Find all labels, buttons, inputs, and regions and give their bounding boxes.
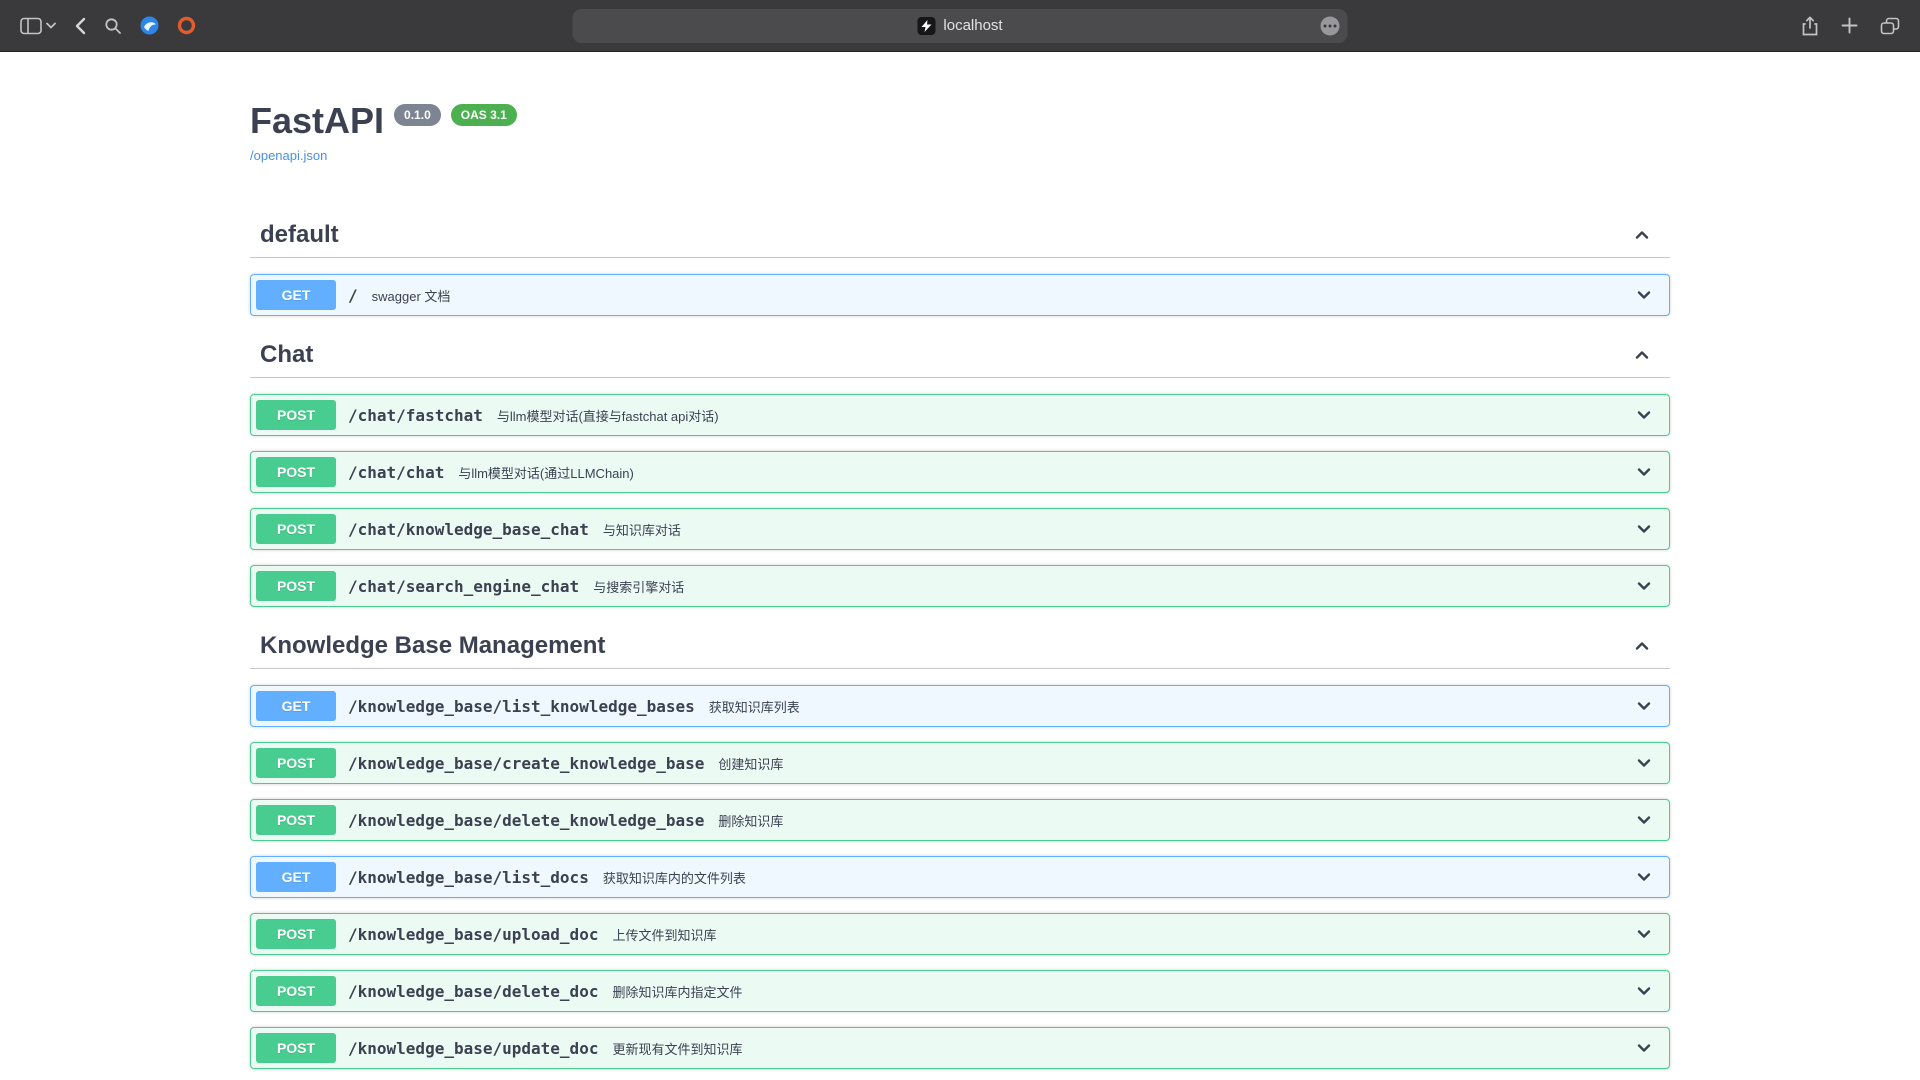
oas-badge: OAS 3.1 [451, 104, 517, 126]
endpoint-row[interactable]: POST /knowledge_base/update_doc 更新现有文件到知… [250, 1027, 1670, 1069]
share-button[interactable] [1801, 16, 1819, 36]
endpoint-summary: 创建知识库 [718, 754, 783, 773]
endpoint-row[interactable]: POST /chat/fastchat 与llm模型对话(直接与fastchat… [250, 394, 1670, 436]
api-title: FastAPI 0.1.0 OAS 3.1 [250, 100, 1670, 142]
chevron-up-icon[interactable] [1632, 636, 1652, 656]
method-badge: POST [256, 976, 336, 1006]
endpoint-row[interactable]: GET /knowledge_base/list_docs 获取知识库内的文件列… [250, 856, 1670, 898]
endpoint-path: /knowledge_base/update_doc [348, 1039, 598, 1058]
endpoint-summary: 与搜索引擎对话 [593, 577, 684, 596]
chevron-down-icon[interactable] [1634, 924, 1664, 944]
chevron-down-icon[interactable] [1634, 1038, 1664, 1058]
openapi-link[interactable]: /openapi.json [250, 148, 327, 163]
endpoint-summary: swagger 文档 [372, 286, 451, 305]
chevron-down-icon[interactable] [1634, 753, 1664, 773]
endpoint-row[interactable]: POST /chat/knowledge_base_chat 与知识库对话 [250, 508, 1670, 550]
method-badge: POST [256, 514, 336, 544]
endpoint-row[interactable]: POST /knowledge_base/delete_knowledge_ba… [250, 799, 1670, 841]
method-badge: POST [256, 805, 336, 835]
endpoint-path: /chat/search_engine_chat [348, 577, 579, 596]
endpoint-path: /chat/knowledge_base_chat [348, 520, 589, 539]
method-badge: POST [256, 571, 336, 601]
chevron-up-icon[interactable] [1632, 345, 1652, 365]
endpoint-summary: 上传文件到知识库 [612, 925, 716, 944]
section-chat: Chat POST /chat/fastchat 与llm模型对话(直接与fas… [250, 331, 1670, 607]
section-knowledge-base-management: Knowledge Base Management GET /knowledge… [250, 622, 1670, 1080]
endpoint-path: /knowledge_base/list_docs [348, 868, 589, 887]
version-badge: 0.1.0 [394, 104, 441, 126]
endpoint-summary: 获取知识库内的文件列表 [603, 868, 746, 887]
sidebar-dropdown-chevron-icon[interactable] [46, 22, 56, 29]
section-title: Knowledge Base Management [260, 632, 605, 660]
back-button[interactable] [74, 17, 86, 35]
sidebar-toggle-button[interactable] [20, 17, 42, 35]
endpoint-row[interactable]: POST /knowledge_base/create_knowledge_ba… [250, 742, 1670, 784]
endpoint-summary: 与llm模型对话(直接与fastchat api对话) [497, 406, 719, 425]
endpoint-summary: 与llm模型对话(通过LLMChain) [458, 463, 634, 482]
chevron-up-icon[interactable] [1632, 225, 1652, 245]
endpoint-path: /chat/chat [348, 463, 444, 482]
endpoint-path: /knowledge_base/delete_doc [348, 982, 598, 1001]
search-icon[interactable] [104, 17, 122, 35]
method-badge: POST [256, 1033, 336, 1063]
method-badge: GET [256, 691, 336, 721]
chevron-down-icon[interactable] [1634, 981, 1664, 1001]
method-badge: POST [256, 400, 336, 430]
browser-toolbar: localhost [0, 0, 1920, 52]
chevron-down-icon[interactable] [1634, 519, 1664, 539]
endpoint-path: /knowledge_base/delete_knowledge_base [348, 811, 704, 830]
endpoint-path: /knowledge_base/upload_doc [348, 925, 598, 944]
endpoint-path: /knowledge_base/list_knowledge_bases [348, 697, 695, 716]
section-default: default GET / swagger 文档 [250, 211, 1670, 316]
section-header[interactable]: default [250, 211, 1670, 258]
endpoint-summary: 删除知识库 [718, 811, 783, 830]
endpoint-row[interactable]: POST /chat/chat 与llm模型对话(通过LLMChain) [250, 451, 1670, 493]
address-url: localhost [943, 17, 1002, 34]
site-favicon [917, 17, 935, 35]
method-badge: GET [256, 280, 336, 310]
endpoint-path: / [348, 286, 358, 305]
endpoint-path: /chat/fastchat [348, 406, 483, 425]
chevron-down-icon[interactable] [1634, 285, 1664, 305]
chevron-down-icon[interactable] [1634, 867, 1664, 887]
method-badge: POST [256, 457, 336, 487]
endpoint-path: /knowledge_base/create_knowledge_base [348, 754, 704, 773]
endpoint-summary: 删除知识库内指定文件 [612, 982, 742, 1001]
tab-overview-button[interactable] [1880, 17, 1900, 35]
bird-app-icon[interactable] [140, 16, 159, 35]
endpoint-row[interactable]: POST /chat/search_engine_chat 与搜索引擎对话 [250, 565, 1670, 607]
chevron-down-icon[interactable] [1634, 810, 1664, 830]
new-tab-button[interactable] [1841, 17, 1858, 34]
section-title: Chat [260, 341, 313, 369]
section-header[interactable]: Knowledge Base Management [250, 622, 1670, 669]
endpoint-row[interactable]: GET /knowledge_base/list_knowledge_bases… [250, 685, 1670, 727]
chevron-down-icon[interactable] [1634, 576, 1664, 596]
endpoint-row[interactable]: GET / swagger 文档 [250, 274, 1670, 316]
section-title: default [260, 221, 339, 249]
endpoint-row[interactable]: POST /knowledge_base/upload_doc 上传文件到知识库 [250, 913, 1670, 955]
endpoint-summary: 与知识库对话 [603, 520, 681, 539]
chevron-down-icon[interactable] [1634, 462, 1664, 482]
endpoint-row[interactable]: POST /knowledge_base/delete_doc 删除知识库内指定… [250, 970, 1670, 1012]
address-bar[interactable]: localhost [573, 9, 1348, 43]
page-settings-ellipsis-button[interactable] [1321, 16, 1340, 35]
method-badge: GET [256, 862, 336, 892]
section-header[interactable]: Chat [250, 331, 1670, 378]
swagger-page: FastAPI 0.1.0 OAS 3.1 /openapi.json defa… [0, 52, 1920, 1080]
endpoint-summary: 获取知识库列表 [709, 697, 800, 716]
method-badge: POST [256, 748, 336, 778]
api-info: FastAPI 0.1.0 OAS 3.1 /openapi.json [250, 52, 1670, 165]
api-title-text: FastAPI [250, 100, 384, 142]
chevron-down-icon[interactable] [1634, 696, 1664, 716]
method-badge: POST [256, 919, 336, 949]
orange-app-icon[interactable] [177, 16, 196, 35]
endpoint-summary: 更新现有文件到知识库 [612, 1039, 742, 1058]
chevron-down-icon[interactable] [1634, 405, 1664, 425]
